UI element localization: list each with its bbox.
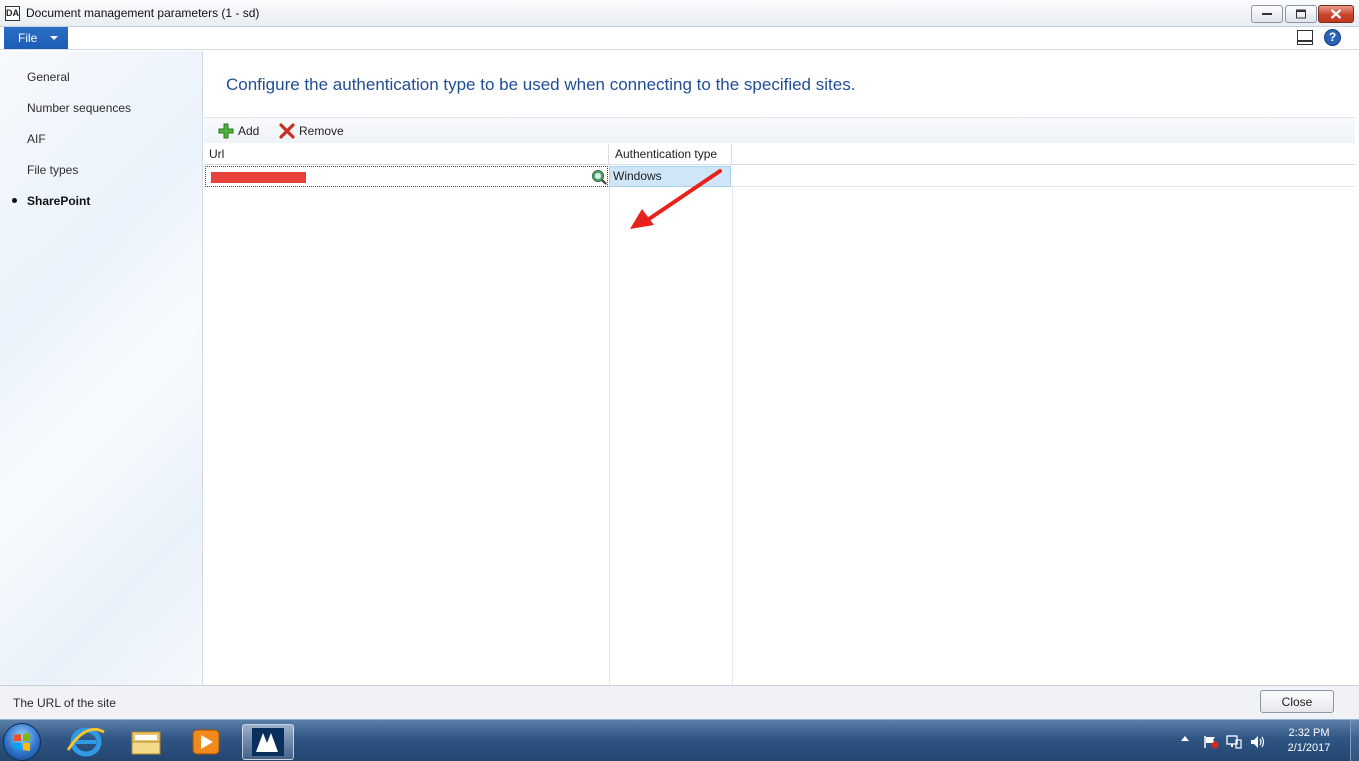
- dynamics-ax-taskbar-button[interactable]: [242, 724, 294, 760]
- remove-button[interactable]: Remove: [279, 122, 344, 140]
- internet-explorer-icon: [66, 727, 105, 757]
- volume-icon[interactable]: [1250, 735, 1266, 749]
- nav-item-aif[interactable]: AIF: [27, 132, 46, 146]
- taskbar: 2:32 PM 2/1/2017: [0, 719, 1359, 761]
- clock-date: 2/1/2017: [1287, 742, 1331, 754]
- maximize-icon: [1296, 9, 1306, 19]
- title-bar: DA Document management parameters (1 - s…: [0, 0, 1359, 27]
- maximize-button[interactable]: [1285, 5, 1317, 23]
- network-icon[interactable]: [1226, 735, 1242, 749]
- windows-logo-icon: [14, 733, 30, 751]
- table-row[interactable]: Windows: [204, 166, 1355, 187]
- media-player-taskbar-button[interactable]: [180, 724, 232, 760]
- help-icon[interactable]: ?: [1324, 29, 1341, 46]
- add-label: Add: [238, 124, 260, 138]
- dynamics-logo-icon: [252, 728, 284, 756]
- page-heading: Configure the authentication type to be …: [226, 75, 856, 94]
- nav-item-general[interactable]: General: [27, 70, 70, 84]
- show-hidden-icons-icon[interactable]: [1181, 736, 1189, 741]
- status-bar: The URL of the site Close: [0, 685, 1359, 719]
- grid-header: Url Authentication type: [204, 144, 1355, 165]
- main-panel: Configure the authentication type to be …: [204, 51, 1355, 685]
- active-bullet-icon: [12, 198, 17, 203]
- start-button[interactable]: [3, 723, 41, 761]
- nav-item-number-sequences[interactable]: Number sequences: [27, 101, 131, 115]
- minimize-icon: [1262, 13, 1272, 15]
- file-explorer-taskbar-button[interactable]: [120, 724, 172, 760]
- show-desktop-button[interactable]: [1350, 720, 1359, 761]
- plus-icon: [218, 123, 234, 139]
- file-menu-button[interactable]: File: [4, 27, 68, 49]
- nav-item-sharepoint[interactable]: SharePoint: [27, 194, 90, 208]
- left-nav: General Number sequences AIF File types …: [0, 51, 203, 685]
- add-button[interactable]: Add: [218, 122, 259, 140]
- menu-bar: File ?: [0, 27, 1359, 50]
- internet-explorer-taskbar-button[interactable]: [60, 724, 112, 760]
- close-window-button[interactable]: [1318, 5, 1354, 23]
- taskbar-clock[interactable]: 2:32 PM 2/1/2017: [1276, 726, 1342, 756]
- column-header-authentication-type[interactable]: Authentication type: [609, 144, 732, 165]
- media-player-icon: [192, 729, 220, 755]
- folder-icon: [131, 731, 161, 755]
- nav-item-file-types[interactable]: File types: [27, 163, 78, 177]
- file-menu-label: File: [18, 31, 38, 45]
- redaction-mark: [211, 172, 306, 183]
- close-icon: [1330, 9, 1342, 19]
- column-header-url[interactable]: Url: [204, 144, 609, 165]
- layout-icon[interactable]: [1297, 30, 1313, 45]
- window-title: Document management parameters (1 - sd): [26, 6, 260, 20]
- grid-toolbar: Add Remove: [204, 117, 1355, 143]
- url-cell[interactable]: [205, 166, 608, 187]
- action-center-flag-icon[interactable]: [1203, 735, 1219, 749]
- app-icon: DA: [5, 6, 20, 21]
- column-divider: [732, 187, 733, 685]
- remove-label: Remove: [299, 124, 344, 138]
- close-button[interactable]: Close: [1260, 690, 1334, 713]
- remove-x-icon: [279, 123, 295, 139]
- minimize-button[interactable]: [1251, 5, 1283, 23]
- clock-time: 2:32 PM: [1288, 727, 1330, 739]
- status-text: The URL of the site: [13, 696, 116, 710]
- annotation-arrow-icon: [630, 169, 722, 229]
- column-divider: [609, 187, 610, 685]
- chevron-down-icon: [50, 36, 58, 40]
- browse-globe-icon[interactable]: [591, 169, 607, 185]
